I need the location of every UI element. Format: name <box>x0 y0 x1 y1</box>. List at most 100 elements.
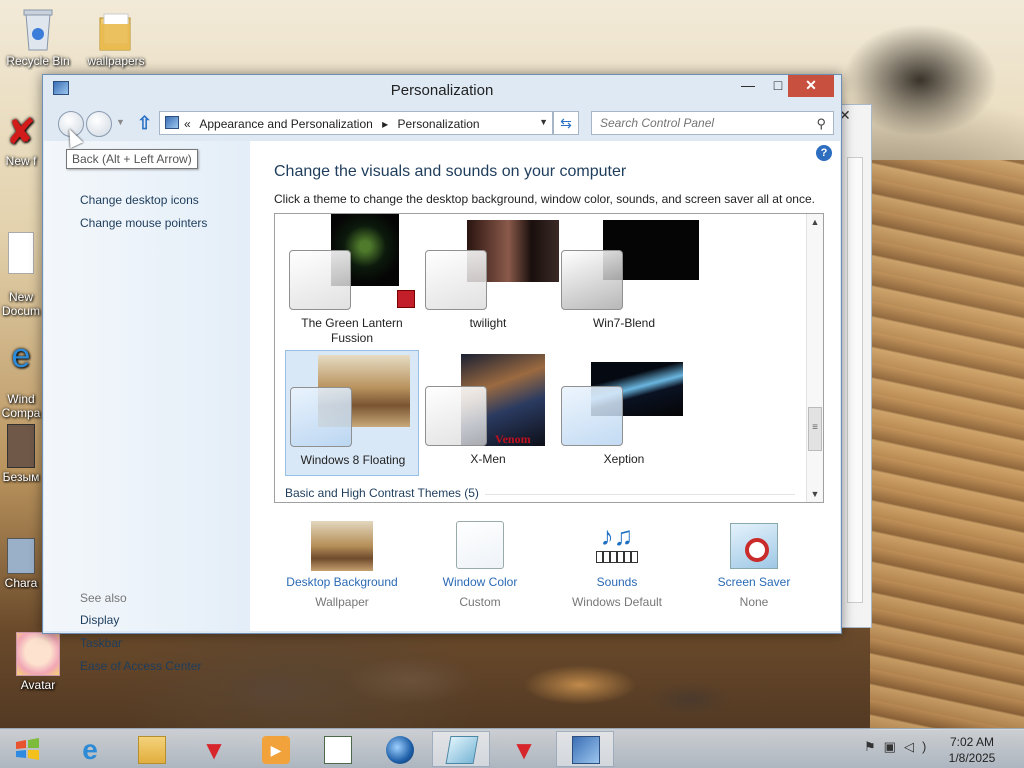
system-tray: ⚑▣◁) <box>864 739 934 755</box>
breadcrumb: « Appearance and Personalization ▸ Perso… <box>184 117 486 131</box>
taskbar-media-player[interactable]: ▶ <box>246 731 304 767</box>
setting-label[interactable]: Desktop Background <box>274 575 410 589</box>
theme-label: Xeption <box>603 452 645 466</box>
red-app-icon: ▼ <box>201 735 227 765</box>
sidebar: Change desktop icons Change mouse pointe… <box>44 141 250 673</box>
scrollbar[interactable] <box>847 157 863 603</box>
desktop-icon-new-document[interactable]: New Docum <box>0 218 42 332</box>
desktop-icon-label: Avatar <box>20 678 56 692</box>
wallpaper-thumbnail-icon <box>311 521 373 571</box>
theme-glass-swatch <box>289 250 351 310</box>
theme-win7-blend[interactable]: Win7-Blend <box>557 214 699 340</box>
window-color-icon <box>456 521 504 569</box>
start-button[interactable] <box>6 733 50 765</box>
desktop-icon-label: New f <box>5 154 37 168</box>
back-button-tooltip: Back (Alt + Left Arrow) <box>66 149 198 169</box>
setting-value: Custom <box>459 595 501 609</box>
breadcrumb-item-personalization[interactable]: Personalization <box>398 117 480 131</box>
address-bar[interactable]: « Appearance and Personalization ▸ Perso… <box>159 111 553 135</box>
taskbar-internet-explorer[interactable]: e <box>60 731 118 767</box>
desktop-icon-unnamed[interactable]: Безым <box>0 424 42 484</box>
theme-glass-swatch <box>290 387 352 447</box>
address-dropdown-icon[interactable]: ▼ <box>539 117 548 127</box>
taskbar-browser-globe[interactable] <box>370 731 428 767</box>
search-icon[interactable]: ⚲ <box>816 116 826 132</box>
minimize-button[interactable]: — <box>733 75 763 97</box>
setting-label[interactable]: Window Color <box>412 575 548 589</box>
app-window-icon <box>324 736 352 764</box>
theme-list-scrollbar[interactable]: ▲ ≡ ▼ <box>806 214 823 502</box>
see-also-taskbar[interactable]: Taskbar <box>80 636 122 650</box>
theme-list[interactable]: The Green Lantern Fussion twilight Win7-… <box>274 213 824 503</box>
theme-xeption[interactable]: Xeption <box>557 350 691 476</box>
wallpaper-rocks <box>150 630 770 730</box>
notes-icon <box>445 736 479 764</box>
wallpaper-planks <box>870 160 1024 730</box>
network-icon[interactable]: ▣ <box>884 739 904 754</box>
scroll-down-icon[interactable]: ▼ <box>807 486 823 502</box>
setting-value: Wallpaper <box>315 595 369 609</box>
red-app-icon: ▼ <box>511 735 537 765</box>
theme-windows-8-floating[interactable]: Windows 8 Floating <box>285 350 419 476</box>
internet-explorer-icon: e <box>11 337 31 375</box>
see-also-display[interactable]: Display <box>80 613 119 627</box>
internet-explorer-icon: e <box>82 734 98 765</box>
sidebar-link-change-desktop-icons[interactable]: Change desktop icons <box>80 193 199 207</box>
desktop-icon-windows-compat[interactable]: e Wind Compa <box>0 322 42 434</box>
screen-saver-icon <box>730 523 778 569</box>
search-box[interactable]: ⚲ <box>591 111 834 135</box>
desktop-icon-label: Chara <box>4 576 38 590</box>
help-icon[interactable]: ? <box>816 145 832 161</box>
taskbar-app-window[interactable] <box>308 731 366 767</box>
basic-high-contrast-section[interactable]: Basic and High Contrast Themes (5) <box>285 486 479 500</box>
windows-logo-icon <box>16 738 39 760</box>
desktop-icon-label: Безым <box>2 470 40 484</box>
desktop-icon-label: Wind Compa <box>1 392 41 420</box>
up-arrow-icon[interactable]: ⇧ <box>137 113 152 134</box>
theme-green-lantern[interactable]: The Green Lantern Fussion <box>285 214 419 345</box>
taskbar-app-notes[interactable] <box>432 731 490 767</box>
theme-x-men[interactable]: Venom X-Men <box>421 350 555 476</box>
setting-value: Windows Default <box>571 595 663 609</box>
taskbar-app-red-2[interactable]: ▼ <box>494 731 552 767</box>
title-bar[interactable]: Personalization — □ ✕ <box>43 75 841 105</box>
theme-label: The Green Lantern Fussion <box>301 316 403 345</box>
see-also-heading: See also <box>80 591 127 605</box>
sounds-icon: ♪♫ <box>589 523 645 571</box>
setting-label[interactable]: Screen Saver <box>686 575 822 589</box>
action-center-flag-icon[interactable]: ⚑ <box>864 739 884 754</box>
setting-label[interactable]: Sounds <box>549 575 685 589</box>
taskbar-file-explorer[interactable] <box>122 731 180 767</box>
taskbar-app-red-1[interactable]: ▼ <box>184 731 242 767</box>
refresh-button[interactable]: ⇆ <box>553 111 579 135</box>
clock-date: 1/8/2025 <box>948 751 996 765</box>
desktop-icon-recycle-bin[interactable]: Recycle Bin <box>0 6 76 68</box>
scroll-up-icon[interactable]: ▲ <box>807 214 823 230</box>
theme-label: Windows 8 Floating <box>300 453 406 467</box>
breadcrumb-item-appearance[interactable]: Appearance and Personalization <box>199 117 372 131</box>
setting-value: None <box>739 595 769 609</box>
forward-button[interactable] <box>86 111 112 137</box>
close-button[interactable]: ✕ <box>788 75 834 97</box>
scroll-thumb[interactable]: ≡ <box>808 407 822 451</box>
recycle-bin-icon <box>18 6 58 52</box>
recent-pages-dropdown-icon[interactable]: ▼ <box>116 117 125 127</box>
theme-twilight[interactable]: twilight <box>421 214 559 340</box>
desktop-icon-avatar[interactable]: Avatar <box>0 632 76 692</box>
volume-icon[interactable]: ◁) <box>904 739 934 754</box>
desktop-icon-character[interactable]: Chara <box>0 538 42 590</box>
breadcrumb-separator[interactable]: ▸ <box>382 117 388 131</box>
desktop-icon-wallpapers[interactable]: wallpapers <box>78 10 154 68</box>
taskbar-control-panel[interactable] <box>556 731 614 767</box>
avatar-icon <box>16 632 60 676</box>
folder-icon <box>96 10 136 52</box>
see-also-ease-of-access[interactable]: Ease of Access Center <box>80 659 201 673</box>
sidebar-link-change-mouse-pointers[interactable]: Change mouse pointers <box>80 216 207 230</box>
breadcrumb-overflow[interactable]: « <box>184 117 191 131</box>
clock[interactable]: 7:02 AM 1/8/2025 <box>936 734 1008 766</box>
desktop-icon-new-folder[interactable]: ✘ New f <box>0 112 42 168</box>
control-panel-icon <box>572 736 600 764</box>
media-player-icon: ▶ <box>262 736 290 764</box>
search-input[interactable] <box>592 112 806 134</box>
theme-badge-icon <box>397 290 415 308</box>
